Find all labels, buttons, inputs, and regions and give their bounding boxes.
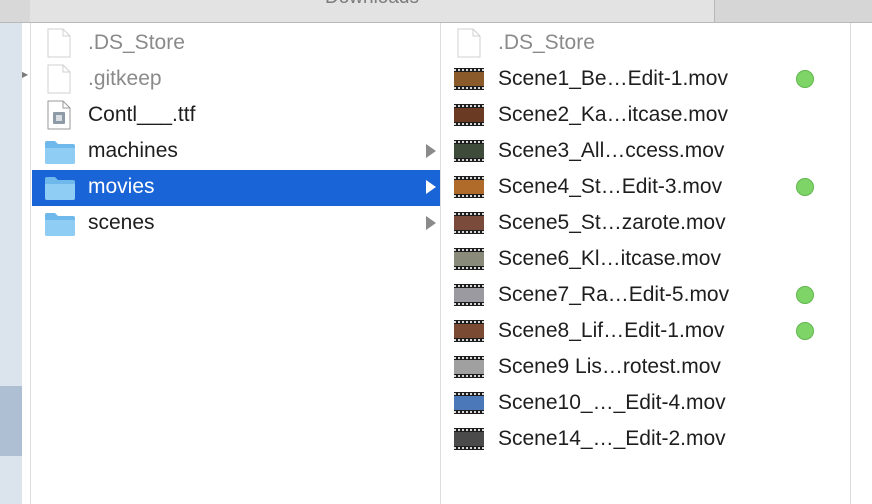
green-tag-icon xyxy=(796,178,814,196)
item-name: Contl___.ttf xyxy=(88,103,196,126)
sidebar-selected-item[interactable] xyxy=(0,386,22,456)
item-name: .DS_Store xyxy=(88,31,185,54)
downloads-item-ds-store[interactable]: .DS_Store xyxy=(32,26,440,62)
document-icon xyxy=(46,28,72,63)
movies-item-scene9-lis-rotest-mov[interactable]: Scene9 Lis…rotest.mov xyxy=(442,350,850,386)
movies-item-scene5-st-zarote-mov[interactable]: Scene5_St…zarote.mov xyxy=(442,206,850,242)
tab-bar: Downloads xyxy=(0,0,872,23)
disclosure-arrow-icon[interactable] xyxy=(426,180,436,194)
downloads-item-gitkeep[interactable]: .gitkeep xyxy=(32,62,440,98)
movies-item-ds-store[interactable]: .DS_Store xyxy=(442,26,850,62)
item-name: Scene6_Kl…itcase.mov xyxy=(498,247,721,270)
downloads-item-movies[interactable]: movies xyxy=(32,170,440,206)
item-name: Scene2_Ka…itcase.mov xyxy=(498,103,728,126)
movie-thumbnail-icon xyxy=(454,104,484,126)
document-icon xyxy=(456,28,482,63)
item-name: movies xyxy=(88,175,155,198)
movies-item-scene2-ka-itcase-mov[interactable]: Scene2_Ka…itcase.mov xyxy=(442,98,850,134)
movie-thumbnail-icon xyxy=(454,248,484,270)
downloads-item-machines[interactable]: machines xyxy=(32,134,440,170)
movies-item-scene14-edit-2-mov[interactable]: Scene14_…_Edit-2.mov xyxy=(442,422,850,458)
item-name: Scene14_…_Edit-2.mov xyxy=(498,427,726,450)
disclosure-arrow-icon[interactable] xyxy=(426,216,436,230)
column-movies: .DS_Store Scene1_Be…Edit-1.mov Scene2_Ka…i… xyxy=(442,26,850,458)
tab-title: Downloads xyxy=(30,0,714,9)
movie-thumbnail-icon xyxy=(454,428,484,450)
movie-thumbnail-icon xyxy=(454,176,484,198)
movie-thumbnail-icon xyxy=(454,140,484,162)
folder-icon xyxy=(44,175,76,206)
item-name: Scene7_Ra…Edit-5.mov xyxy=(498,283,730,306)
item-name: Scene4_St…Edit-3.mov xyxy=(498,175,723,198)
item-name: Scene5_St…zarote.mov xyxy=(498,211,726,234)
item-name: Scene9 Lis…rotest.mov xyxy=(498,355,721,378)
movies-item-scene1-be-edit-1-mov[interactable]: Scene1_Be…Edit-1.mov xyxy=(442,62,850,98)
font-file-icon xyxy=(46,100,72,135)
column-divider[interactable] xyxy=(30,23,31,504)
movies-item-scene8-lif-edit-1-mov[interactable]: Scene8_Lif…Edit-1.mov xyxy=(442,314,850,350)
movies-item-scene3-all-ccess-mov[interactable]: Scene3_All…ccess.mov xyxy=(442,134,850,170)
movie-thumbnail-icon xyxy=(454,212,484,234)
tab-downloads[interactable]: Downloads xyxy=(30,0,715,22)
item-name: .DS_Store xyxy=(498,31,595,54)
item-name: .gitkeep xyxy=(88,67,162,90)
column-divider[interactable] xyxy=(440,23,441,504)
movies-item-scene7-ra-edit-5-mov[interactable]: Scene7_Ra…Edit-5.mov xyxy=(442,278,850,314)
disclosure-arrow-icon[interactable] xyxy=(426,144,436,158)
document-icon xyxy=(46,64,72,99)
item-name: scenes xyxy=(88,211,155,234)
movie-thumbnail-icon xyxy=(454,320,484,342)
green-tag-icon xyxy=(796,286,814,304)
folder-icon xyxy=(44,211,76,242)
folder-icon xyxy=(44,139,76,170)
movie-thumbnail-icon xyxy=(454,284,484,306)
movie-thumbnail-icon xyxy=(454,68,484,90)
movies-item-scene10-edit-4-mov[interactable]: Scene10_…_Edit-4.mov xyxy=(442,386,850,422)
item-name: Scene3_All…ccess.mov xyxy=(498,139,725,162)
movies-item-scene4-st-edit-3-mov[interactable]: Scene4_St…Edit-3.mov xyxy=(442,170,850,206)
sidebar xyxy=(0,23,22,504)
column-divider[interactable] xyxy=(850,23,851,504)
downloads-item-scenes[interactable]: scenes xyxy=(32,206,440,242)
tab-empty[interactable] xyxy=(715,0,872,22)
sidebar-collapse-chevron[interactable]: ▶ xyxy=(22,70,28,79)
downloads-item-contl-ttf[interactable]: Contl___.ttf xyxy=(32,98,440,134)
movie-thumbnail-icon xyxy=(454,356,484,378)
movie-thumbnail-icon xyxy=(454,392,484,414)
item-name: Scene10_…_Edit-4.mov xyxy=(498,391,726,414)
item-name: Scene1_Be…Edit-1.mov xyxy=(498,67,728,90)
column-downloads: .DS_Store .gitkeep Contl___.ttf machines mov… xyxy=(32,26,440,242)
item-name: machines xyxy=(88,139,178,162)
movies-item-scene6-kl-itcase-mov[interactable]: Scene6_Kl…itcase.mov xyxy=(442,242,850,278)
green-tag-icon xyxy=(796,70,814,88)
item-name: Scene8_Lif…Edit-1.mov xyxy=(498,319,725,342)
green-tag-icon xyxy=(796,322,814,340)
